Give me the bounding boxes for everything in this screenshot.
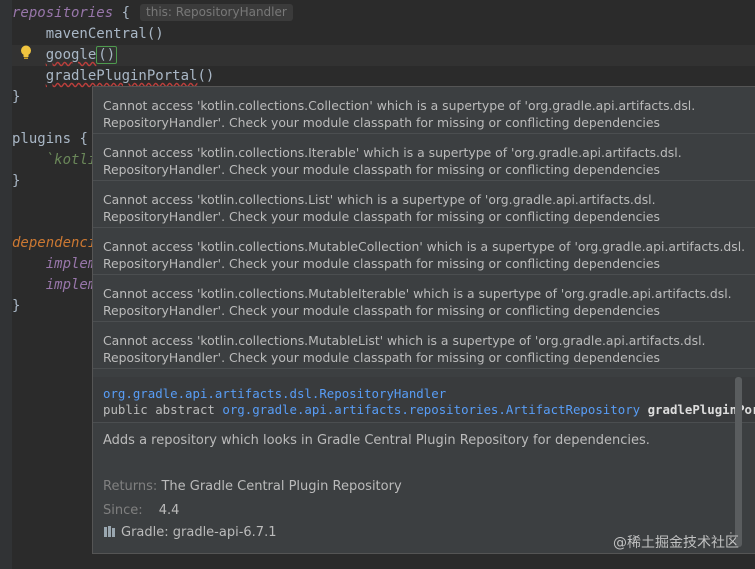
code-line-4[interactable]: gradlePluginPortal() bbox=[12, 66, 755, 87]
doc-library: Gradle: gradle-api-6.7.1 bbox=[103, 525, 276, 540]
return-type-link[interactable]: org.gradle.api.artifacts.repositories.Ar… bbox=[222, 402, 640, 417]
library-icon bbox=[104, 526, 115, 537]
gradle-plugin-portal-call: gradlePluginPortal bbox=[45, 68, 198, 84]
repositories-keyword: repositories bbox=[12, 5, 114, 21]
error-item: Cannot access 'kotlin.collections.Collec… bbox=[93, 87, 755, 134]
code-line-1[interactable]: repositories {this: RepositoryHandler bbox=[12, 3, 755, 24]
error-item: Cannot access 'kotlin.collections.List' … bbox=[93, 181, 755, 228]
google-call-text: google bbox=[45, 47, 97, 63]
doc-description: Adds a repository which looks in Gradle … bbox=[103, 433, 650, 448]
doc-since: Since: 4.4 bbox=[103, 503, 180, 518]
inlay-hint-receiver: this: RepositoryHandler bbox=[140, 4, 293, 21]
popup-scrollbar[interactable] bbox=[735, 377, 742, 547]
code-line-3[interactable]: google() bbox=[12, 45, 755, 66]
caret-parentheses: () bbox=[96, 46, 118, 64]
doc-signature: org.gradle.api.artifacts.dsl.RepositoryH… bbox=[93, 377, 755, 423]
error-item: Cannot access 'kotlin.collections.Iterab… bbox=[93, 134, 755, 181]
class-link[interactable]: org.gradle.api.artifacts.dsl.RepositoryH… bbox=[103, 386, 446, 401]
doc-returns: Returns: The Gradle Central Plugin Repos… bbox=[103, 479, 402, 494]
error-item: Cannot access 'kotlin.collections.Mutabl… bbox=[93, 275, 755, 322]
lightbulb-icon[interactable] bbox=[18, 44, 34, 61]
error-item: Cannot access 'kotlin.collections.Mutabl… bbox=[93, 228, 755, 275]
watermark: @稀土掘金技术社区 bbox=[613, 535, 739, 551]
error-list: Cannot access 'kotlin.collections.Collec… bbox=[93, 87, 755, 376]
code-line-2[interactable]: mavenCentral() bbox=[12, 24, 755, 45]
error-item: Cannot access 'kotlin.collections.Mutabl… bbox=[93, 322, 755, 369]
quick-doc-popup[interactable]: Cannot access 'kotlin.collections.Collec… bbox=[92, 86, 755, 554]
